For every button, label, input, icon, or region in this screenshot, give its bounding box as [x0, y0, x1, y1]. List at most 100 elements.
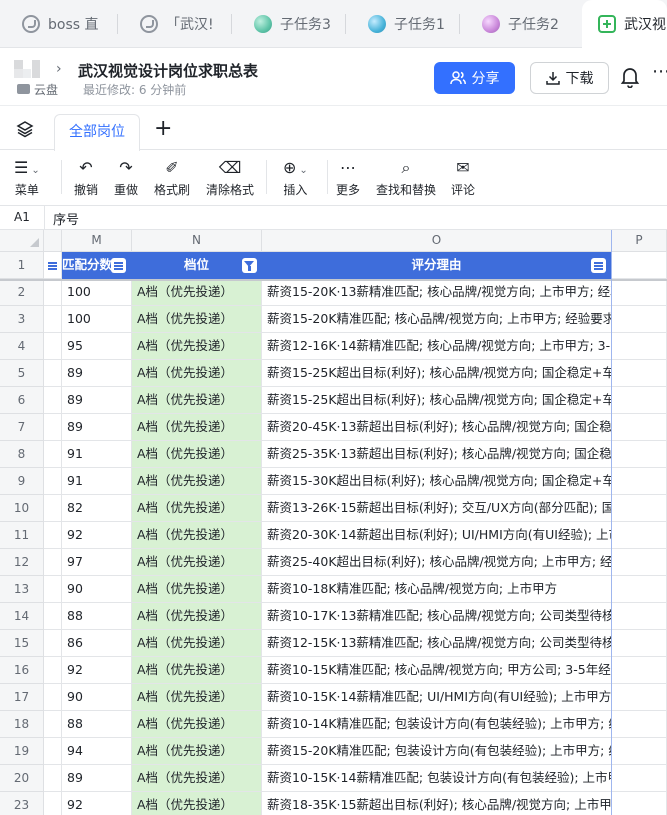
redo-button[interactable]: ↷ 重做 — [114, 157, 138, 198]
row-number[interactable]: 1 — [0, 252, 44, 279]
header-cell-score[interactable]: 匹配分数 — [62, 252, 132, 279]
score-cell[interactable]: 89 — [62, 387, 132, 414]
format-painter-button[interactable]: ✐ 格式刷 — [154, 157, 190, 198]
table-cell[interactable] — [612, 522, 667, 549]
tier-cell[interactable]: A档（优先投递） — [132, 765, 262, 792]
table-cell[interactable] — [612, 765, 667, 792]
table-cell[interactable] — [44, 792, 62, 815]
table-cell[interactable] — [612, 360, 667, 387]
browser-tab-subtask-3[interactable]: 子任务3 — [232, 0, 346, 48]
row-number[interactable]: 14 — [0, 603, 44, 630]
tier-cell[interactable]: A档（优先投递） — [132, 441, 262, 468]
table-cell[interactable] — [612, 630, 667, 657]
row-number[interactable]: 23 — [0, 792, 44, 815]
reason-cell[interactable]: 薪资25-35K·13薪超出目标(利好); 核心品牌/视觉方向; 国企稳定+车企… — [262, 441, 612, 468]
tier-cell[interactable]: A档（优先投递） — [132, 603, 262, 630]
row-number[interactable]: 10 — [0, 495, 44, 522]
table-cell[interactable] — [44, 603, 62, 630]
table-cell[interactable] — [44, 279, 62, 306]
table-cell[interactable] — [612, 657, 667, 684]
table-cell[interactable] — [612, 495, 667, 522]
reason-cell[interactable]: 薪资15-25K超出目标(利好); 核心品牌/视觉方向; 国企稳定+车企偏好; … — [262, 360, 612, 387]
column-header-n[interactable]: N — [132, 230, 262, 252]
row-number[interactable]: 11 — [0, 522, 44, 549]
score-cell[interactable]: 89 — [62, 360, 132, 387]
row-number[interactable]: 8 — [0, 441, 44, 468]
filter-list-icon[interactable] — [591, 258, 606, 273]
reason-cell[interactable]: 薪资15-30K超出目标(利好); 核心品牌/视觉方向; 国企稳定+车企偏好; … — [262, 468, 612, 495]
table-cell[interactable] — [612, 549, 667, 576]
reason-cell[interactable]: 薪资12-16K·14薪精准匹配; 核心品牌/视觉方向; 上市甲方; 3-5年经… — [262, 333, 612, 360]
row-number[interactable]: 20 — [0, 765, 44, 792]
row-number[interactable]: 9 — [0, 468, 44, 495]
table-cell[interactable] — [612, 306, 667, 333]
clear-format-button[interactable]: ⌫ 清除格式 — [206, 157, 254, 198]
table-cell[interactable] — [44, 333, 62, 360]
table-cell[interactable] — [44, 387, 62, 414]
row-number[interactable]: 12 — [0, 549, 44, 576]
table-cell[interactable] — [612, 684, 667, 711]
row-number[interactable]: 15 — [0, 630, 44, 657]
insert-button[interactable]: ⊕ ⌄ 插入 — [283, 157, 308, 198]
avatar[interactable] — [14, 60, 46, 78]
score-cell[interactable]: 90 — [62, 576, 132, 603]
column-header-hidden[interactable] — [44, 230, 62, 252]
column-header-o[interactable]: O — [262, 230, 612, 252]
score-cell[interactable]: 89 — [62, 414, 132, 441]
table-cell[interactable] — [612, 576, 667, 603]
row-number[interactable]: 16 — [0, 657, 44, 684]
score-cell[interactable]: 88 — [62, 603, 132, 630]
tier-cell[interactable]: A档（优先投递） — [132, 792, 262, 815]
table-cell[interactable] — [44, 414, 62, 441]
download-button[interactable]: 下载 — [530, 62, 609, 94]
browser-tab-subtask-1[interactable]: 子任务1 — [346, 0, 460, 48]
browser-tab-wuhan-doc[interactable]: 「武汉! — [118, 0, 232, 48]
row-number[interactable]: 18 — [0, 711, 44, 738]
score-cell[interactable]: 91 — [62, 441, 132, 468]
table-cell[interactable] — [612, 792, 667, 815]
reason-cell[interactable]: 薪资15-20K·13薪精准匹配; 核心品牌/视觉方向; 上市甲方; 经验要求5… — [262, 279, 612, 306]
tier-cell[interactable]: A档（优先投递） — [132, 468, 262, 495]
tier-cell[interactable]: A档（优先投递） — [132, 495, 262, 522]
reason-cell[interactable]: 薪资10-14K精准匹配; 包装设计方向(有包装经验); 上市甲方; 经验门槛 — [262, 711, 612, 738]
add-sheet-icon[interactable]: + — [154, 116, 172, 141]
menu-button[interactable]: ☰ ⌄ 菜单 — [14, 157, 40, 198]
table-cell[interactable] — [612, 279, 667, 306]
table-cell[interactable] — [44, 630, 62, 657]
browser-tab-subtask-2[interactable]: 子任务2 — [460, 0, 574, 48]
table-cell[interactable] — [612, 333, 667, 360]
row-number[interactable]: 6 — [0, 387, 44, 414]
table-cell[interactable] — [44, 441, 62, 468]
score-cell[interactable]: 95 — [62, 333, 132, 360]
tier-cell[interactable]: A档（优先投递） — [132, 549, 262, 576]
reason-cell[interactable]: 薪资15-20K精准匹配; 包装设计方向(有包装经验); 上市甲方; 经验要求 — [262, 738, 612, 765]
reason-cell[interactable]: 薪资10-17K·13薪精准匹配; 核心品牌/视觉方向; 公司类型待核验; 经验… — [262, 603, 612, 630]
browser-tab-boss[interactable]: boss 直 — [0, 0, 118, 48]
column-header-m[interactable]: M — [62, 230, 132, 252]
table-cell[interactable] — [612, 468, 667, 495]
tier-cell[interactable]: A档（优先投递） — [132, 657, 262, 684]
bell-icon[interactable] — [620, 66, 640, 88]
row-number[interactable]: 3 — [0, 306, 44, 333]
doc-title[interactable]: 武汉视觉设计岗位求职总表 — [78, 60, 258, 81]
score-cell[interactable]: 91 — [62, 468, 132, 495]
more-button[interactable]: ⋯ 更多 — [336, 157, 360, 198]
reason-cell[interactable]: 薪资20-30K·14薪超出目标(利好); UI/HMI方向(有UI经验); 上… — [262, 522, 612, 549]
find-replace-button[interactable]: ⌕ 查找和替换 — [376, 157, 436, 198]
spreadsheet-grid[interactable]: M N O P 1 匹配分数 档位 评分理由 2 100 A档（优先投递） 薪资15-… — [0, 230, 667, 815]
table-cell[interactable] — [44, 765, 62, 792]
formula-input[interactable]: 序号 — [53, 209, 79, 228]
reason-cell[interactable]: 薪资10-15K·14薪精准匹配; UI/HMI方向(有UI经验); 上市甲方;… — [262, 684, 612, 711]
table-cell[interactable] — [44, 657, 62, 684]
score-cell[interactable]: 97 — [62, 549, 132, 576]
row-number[interactable]: 13 — [0, 576, 44, 603]
score-cell[interactable]: 94 — [62, 738, 132, 765]
table-cell[interactable] — [612, 738, 667, 765]
row-number[interactable]: 2 — [0, 279, 44, 306]
reason-cell[interactable]: 薪资20-45K·13薪超出目标(利好); 核心品牌/视觉方向; 国企稳定+车企… — [262, 414, 612, 441]
tier-cell[interactable]: A档（优先投递） — [132, 522, 262, 549]
table-cell[interactable] — [612, 387, 667, 414]
column-header-p[interactable]: P — [612, 230, 667, 252]
table-cell[interactable] — [44, 306, 62, 333]
row-number[interactable]: 7 — [0, 414, 44, 441]
